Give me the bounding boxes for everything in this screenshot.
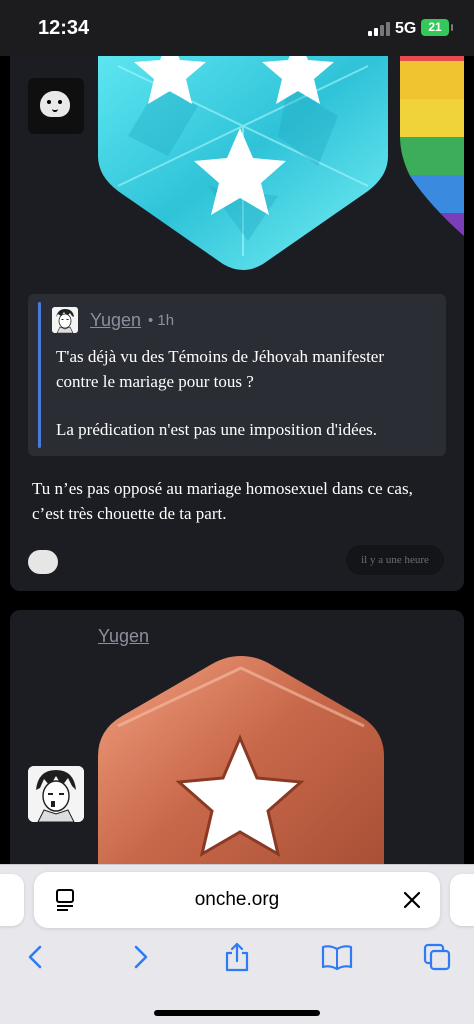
cyan-star-sticker [98,56,388,270]
close-icon[interactable] [402,890,422,910]
battery-icon: 21 [421,19,453,36]
manga-avatar-icon [28,766,84,822]
quote-accent-bar [38,302,41,448]
tabs-icon[interactable] [422,942,452,972]
post-timestamp[interactable]: il y a une heure [346,545,444,575]
user-avatar[interactable] [28,766,84,822]
url-text: onche.org [194,889,280,910]
quoted-message: Yugen • 1h T'as déjà vu des Témoins de J… [28,294,446,456]
signal-icon [368,22,390,36]
quote-paragraph: La prédication n'est pas une imposition … [56,420,378,439]
back-icon[interactable] [22,942,52,972]
forum-content[interactable]: Yugen • 1h T'as déjà vu des Témoins de J… [0,56,474,864]
home-indicator [154,1010,320,1016]
bookmarks-icon[interactable] [320,942,354,972]
reaction-button[interactable] [28,550,58,574]
post-card: Yugen • 1h T'as déjà vu des Témoins de J… [10,56,464,591]
bronze-star-sticker [98,656,384,864]
previous-tab-preview[interactable] [0,874,24,926]
manga-avatar-icon [52,307,78,333]
share-icon[interactable] [222,942,252,972]
address-bar[interactable]: onche.org [34,872,440,928]
forward-icon[interactable] [124,942,154,972]
status-bar: 12:34 5G 21 [0,0,474,56]
post-body: Tu n’es pas opposé au mariage homosexuel… [32,479,413,523]
status-time: 12:34 [38,17,90,39]
quote-author-avatar[interactable] [52,307,78,333]
battery-level: 21 [428,20,442,34]
post-card: Yugen [10,610,464,864]
user-avatar[interactable] [28,78,84,134]
quote-paragraph: T'as déjà vu des Témoins de Jéhovah mani… [56,347,385,391]
next-tab-preview[interactable] [450,874,474,926]
ghost-avatar-icon [40,91,70,117]
network-type: 5G [395,20,417,37]
rainbow-sticker [400,56,464,236]
quote-text: T'as déjà vu des Témoins de Jéhovah mani… [56,344,426,442]
post-author-link[interactable]: Yugen [98,626,149,647]
quote-author-link[interactable]: Yugen [90,310,141,331]
quote-time: • 1h [148,312,175,329]
browser-toolbar: onche.org [0,864,474,1024]
